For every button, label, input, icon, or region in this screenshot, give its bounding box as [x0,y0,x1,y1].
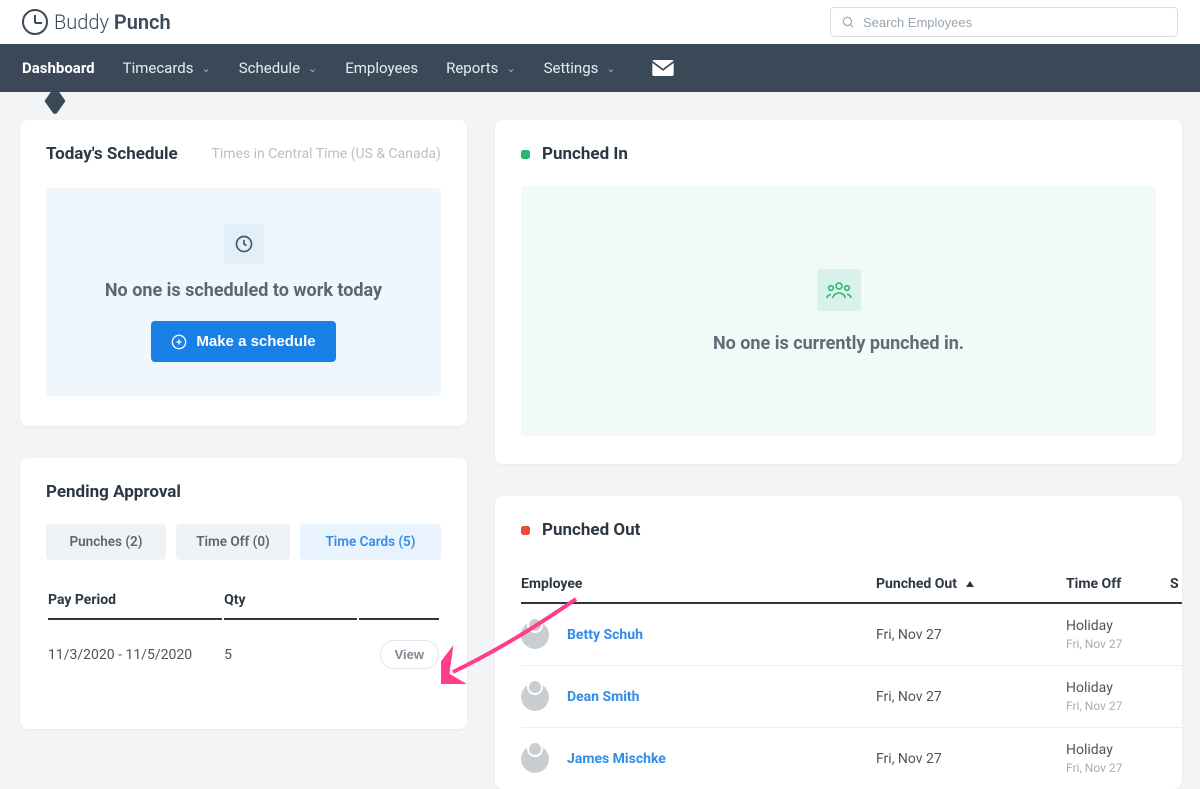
tab-punches[interactable]: Punches (2) [46,524,166,560]
avatar [521,683,549,711]
status-dot-green [521,150,530,159]
punched-in-empty-state: No one is currently punched in. [521,186,1156,436]
time-off: HolidayFri, Nov 27 [1066,742,1182,775]
plus-circle-icon [171,334,187,350]
tab-time-off[interactable]: Time Off (0) [176,524,290,560]
search-box[interactable] [830,7,1178,37]
chevron-down-icon: ⌄ [308,62,317,75]
main-nav: Dashboard Timecards⌄ Schedule⌄ Employees… [0,44,1200,92]
punched-out-time: Fri, Nov 27 [876,751,1066,767]
card-todays-schedule: Today's Schedule Times in Central Time (… [20,120,467,426]
schedule-empty-msg: No one is scheduled to work today [46,280,441,301]
time-off: HolidayFri, Nov 27 [1066,618,1182,651]
qty-value: 5 [224,622,357,687]
col-punched-out[interactable]: Punched Out [876,576,1066,592]
card-title: Today's Schedule [46,144,178,164]
nav-employees[interactable]: Employees [345,59,418,77]
logo[interactable]: Buddy Punch [22,9,171,35]
search-icon [841,15,855,29]
status-dot-red [521,526,530,535]
col-s: S [1170,576,1182,592]
time-off: HolidayFri, Nov 27 [1066,680,1182,713]
employee-link[interactable]: Betty Schuh [567,627,643,643]
employee-link[interactable]: James Mischke [567,751,666,767]
chevron-down-icon: ⌄ [202,62,211,75]
card-title: Punched In [542,144,628,164]
col-time-off: Time Off [1066,576,1170,592]
people-icon [817,269,861,311]
card-punched-out: Punched Out Employee Punched Out Time Of… [495,496,1182,789]
make-schedule-button[interactable]: Make a schedule [151,321,335,362]
top-bar: Buddy Punch [0,0,1200,44]
nav-reports[interactable]: Reports⌄ [446,59,516,77]
employee-link[interactable]: Dean Smith [567,689,640,705]
table-row: Dean Smith Fri, Nov 27HolidayFri, Nov 27 [521,666,1182,728]
chevron-down-icon: ⌄ [606,62,615,75]
table-row: Betty Schuh Fri, Nov 27HolidayFri, Nov 27 [521,604,1182,666]
schedule-empty-state: No one is scheduled to work today Make a… [46,188,441,396]
nav-timecards[interactable]: Timecards⌄ [123,59,211,77]
pay-period-value: 11/3/2020 - 11/5/2020 [48,622,222,687]
table-row: James Mischke Fri, Nov 27HolidayFri, Nov … [521,728,1182,789]
timezone-note: Times in Central Time (US & Canada) [211,146,441,162]
avatar [521,621,549,649]
punched-out-time: Fri, Nov 27 [876,627,1066,643]
tab-time-cards[interactable]: Time Cards (5) [300,524,441,560]
clock-logo-icon [22,9,48,35]
mail-icon[interactable] [652,60,674,76]
punched-out-time: Fri, Nov 27 [876,689,1066,705]
card-punched-in: Punched In No one is currently punched i… [495,120,1182,464]
nav-schedule[interactable]: Schedule⌄ [239,59,318,77]
view-button[interactable]: View [380,640,439,669]
col-pay-period: Pay Period [48,582,222,620]
nav-dashboard[interactable]: Dashboard [22,59,95,77]
punched-out-table-header: Employee Punched Out Time Off S [521,562,1182,604]
chevron-down-icon: ⌄ [506,62,515,75]
card-title: Pending Approval [46,482,441,502]
sort-up-icon [965,579,975,589]
col-employee: Employee [521,576,876,592]
approval-table: Pay Period Qty 11/3/2020 - 11/5/2020 5 V… [46,580,441,689]
approval-tabs: Punches (2) Time Off (0) Time Cards (5) [46,524,441,560]
col-qty: Qty [224,582,357,620]
logo-text: Buddy Punch [54,10,171,34]
punched-in-empty-msg: No one is currently punched in. [713,333,964,354]
clock-icon [224,224,264,264]
card-title: Punched Out [542,520,640,540]
nav-settings[interactable]: Settings⌄ [544,59,616,77]
avatar [521,745,549,773]
search-input[interactable] [863,15,1167,30]
card-pending-approval: Pending Approval Punches (2) Time Off (0… [20,458,467,729]
table-row: 11/3/2020 - 11/5/2020 5 View [48,622,439,687]
dashboard-content: Today's Schedule Times in Central Time (… [0,92,1200,789]
